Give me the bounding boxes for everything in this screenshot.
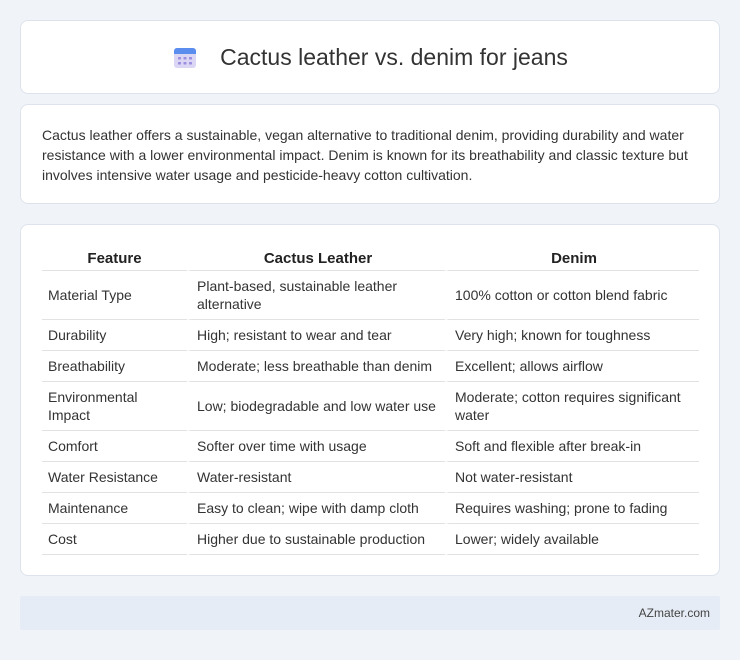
feature-cell: Maintenance [42,493,187,524]
feature-cell: Breathability [42,351,187,382]
table-row: Cost Higher due to sustainable productio… [42,524,699,555]
denim-cell: Moderate; cotton requires significant wa… [445,382,699,431]
page-title: Cactus leather vs. denim for jeans [220,43,568,70]
cactus-leather-cell: High; resistant to wear and tear [187,320,445,351]
denim-cell: Very high; known for toughness [445,320,699,351]
cactus-leather-cell: Moderate; less breathable than denim [187,351,445,382]
header-cactus-leather: Cactus Leather [187,245,445,271]
feature-cell: Environmental Impact [42,382,187,431]
feature-cell: Comfort [42,431,187,462]
table-header-row: Feature Cactus Leather Denim [42,245,699,271]
cactus-leather-cell: Higher due to sustainable production [187,524,445,555]
cactus-leather-cell: Water-resistant [187,462,445,493]
table-row: Durability High; resistant to wear and t… [42,320,699,351]
title-wrap: Cactus leather vs. denim for jeans [172,44,568,71]
header-feature: Feature [42,245,187,271]
feature-cell: Water Resistance [42,462,187,493]
cactus-leather-cell: Plant-based, sustainable leather alterna… [187,271,445,320]
feature-cell: Cost [42,524,187,555]
comparison-card: Feature Cactus Leather Denim Material Ty… [20,224,720,576]
table-row: Maintenance Easy to clean; wipe with dam… [42,493,699,524]
cactus-leather-cell: Softer over time with usage [187,431,445,462]
denim-cell: Not water-resistant [445,462,699,493]
comparison-table: Feature Cactus Leather Denim Material Ty… [42,245,699,555]
denim-cell: 100% cotton or cotton blend fabric [445,271,699,320]
feature-cell: Material Type [42,271,187,320]
header-denim: Denim [445,245,699,271]
denim-cell: Excellent; allows airflow [445,351,699,382]
table-row: Comfort Softer over time with usage Soft… [42,431,699,462]
title-card: Cactus leather vs. denim for jeans [20,20,720,94]
feature-cell: Durability [42,320,187,351]
cactus-leather-cell: Low; biodegradable and low water use [187,382,445,431]
table-row: Water Resistance Water-resistant Not wat… [42,462,699,493]
footer-site-name[interactable]: AZmater.com [639,606,710,620]
calendar-icon [174,48,197,68]
table-row: Environmental Impact Low; biodegradable … [42,382,699,431]
denim-cell: Requires washing; prone to fading [445,493,699,524]
denim-cell: Soft and flexible after break-in [445,431,699,462]
description-card: Cactus leather offers a sustainable, veg… [20,104,720,204]
table-row: Breathability Moderate; less breathable … [42,351,699,382]
denim-cell: Lower; widely available [445,524,699,555]
cactus-leather-cell: Easy to clean; wipe with damp cloth [187,493,445,524]
table-row: Material Type Plant-based, sustainable l… [42,271,699,320]
description-text: Cactus leather offers a sustainable, veg… [42,127,688,183]
footer: AZmater.com [20,596,720,630]
